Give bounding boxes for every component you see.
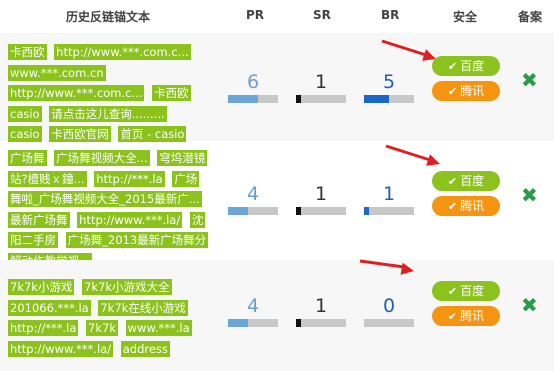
br-metric: 0 [364,295,414,327]
table-row: 7k7k小游戏 7k7k小游戏大全201066.***.la 7k7k在线小游戏… [0,259,554,371]
check-icon: ✔ [447,85,458,98]
sr-bar-fill [296,319,301,327]
tencent-safety-button[interactable]: ✔ 腾讯 [432,81,500,101]
br-bar-fill [364,95,389,103]
pr-column-header: PR [246,8,265,22]
pr-bar-fill [228,207,248,215]
tencent-safety-label: 腾讯 [460,199,485,213]
anchor-text-link[interactable]: http://www.***.la/ [8,340,114,357]
check-icon: ✔ [447,175,458,188]
anchor-text-list: 卡西欧 http://www.***.com.c... www.***.com.… [8,42,208,145]
anchor-text-link[interactable]: 广场舞 [8,150,47,166]
red-arrow-icon [385,144,440,166]
br-value: 5 [382,71,396,93]
baidu-safety-button[interactable]: ✔ 百度 [432,281,500,301]
sr-value: 1 [314,183,328,205]
br-bar [364,95,414,103]
anchor-text-link[interactable]: address [120,340,170,357]
anchor-text-link[interactable]: www.***.la [125,320,192,336]
anchor-text-link[interactable]: http://www.***.la/ [77,211,183,228]
br-bar-fill [364,207,369,215]
sr-metric: 1 [296,183,346,215]
pr-metric: 4 [228,295,278,327]
anchor-text-link[interactable]: 首页 - casio [118,126,187,142]
check-icon: ✔ [447,200,458,213]
anchor-text-link[interactable]: http://www.***.com.c... [8,85,145,101]
anchor-text-link[interactable]: 卡西欧官网 [49,126,111,142]
tencent-safety-button[interactable]: ✔ 腾讯 [432,306,500,326]
close-icon[interactable]: ✖ [521,70,538,90]
anchor-text-list: 7k7k小游戏 7k7k小游戏大全201066.***.la 7k7k在线小游戏… [8,277,208,359]
table-header: 历史反链锚文本 PR SR BR 安全 备案 [0,0,554,32]
sr-bar [296,95,346,103]
anchor-text-link[interactable]: http://***.la [94,170,165,187]
pr-bar [228,95,278,103]
sr-metric: 1 [296,71,346,103]
pr-value: 6 [246,71,260,93]
baidu-safety-button[interactable]: ✔ 百度 [432,56,500,76]
check-icon: ✔ [447,60,458,73]
pr-metric: 4 [228,183,278,215]
baidu-safety-label: 百度 [460,284,485,298]
anchor-text-link[interactable]: 广场舞视频大全... [54,150,150,166]
close-icon[interactable]: ✖ [521,295,538,315]
tencent-safety-button[interactable]: ✔ 腾讯 [432,196,500,216]
pr-metric: 6 [228,71,278,103]
sr-bar-fill [296,207,301,215]
sr-bar [296,319,346,327]
anchor-text-link[interactable]: 7k7k在线小游戏 [98,299,188,316]
table-row: 卡西欧 http://www.***.com.c... www.***.com.… [0,33,554,142]
anchor-text-link[interactable]: 卡西欧 [8,44,47,60]
pr-value: 4 [246,183,260,205]
pr-bar-fill [228,319,248,327]
br-value: 0 [382,295,396,317]
sr-bar [296,207,346,215]
br-metric: 1 [364,183,414,215]
br-bar [364,319,414,327]
table-row: 广场舞 广场舞视频大全... 穹坞潜镜站?檀贱ｘ鐘... http://***.… [0,141,554,269]
anchor-text-link[interactable]: 请点击这儿查询......... [49,105,167,122]
br-column-header: BR [381,8,400,22]
anchor-text-list: 广场舞 广场舞视频大全... 穹坞潜镜站?檀贱ｘ鐘... http://***.… [8,148,209,271]
anchor-text-link[interactable]: 最新广场舞 [8,211,70,228]
baidu-safety-button[interactable]: ✔ 百度 [432,171,500,191]
check-icon: ✔ [447,310,458,323]
anchor-text-link[interactable]: 7k7k [86,320,118,336]
pr-bar [228,319,278,327]
br-metric: 5 [364,71,414,103]
anchor-text-link[interactable]: http://***.la [8,320,79,336]
sr-bar-fill [296,95,301,103]
sr-metric: 1 [296,295,346,327]
sr-value: 1 [314,71,328,93]
anchor-text-link[interactable]: casio [8,126,42,142]
br-value: 1 [382,183,396,205]
check-icon: ✔ [447,285,458,298]
close-icon[interactable]: ✖ [521,185,538,205]
pr-value: 4 [246,295,260,317]
pr-bar-fill [228,95,258,103]
baidu-safety-label: 百度 [460,59,485,73]
br-bar [364,207,414,215]
anchor-text-link[interactable]: www.***.com.cn [8,64,106,81]
sr-value: 1 [314,295,328,317]
anchor-text-link[interactable]: http://www.***.com.c... [54,44,191,60]
tencent-safety-label: 腾讯 [460,309,485,323]
safety-column-header: 安全 [453,10,478,24]
tencent-safety-label: 腾讯 [460,84,485,98]
baidu-safety-label: 百度 [460,174,485,188]
sr-column-header: SR [313,8,331,22]
pr-bar [228,207,278,215]
record-column-header: 备案 [518,10,543,24]
red-arrow-icon [359,259,414,275]
anchor-text-link[interactable]: 7k7k小游戏 [8,279,75,295]
anchor-text-column-header: 历史反链锚文本 [66,10,151,24]
